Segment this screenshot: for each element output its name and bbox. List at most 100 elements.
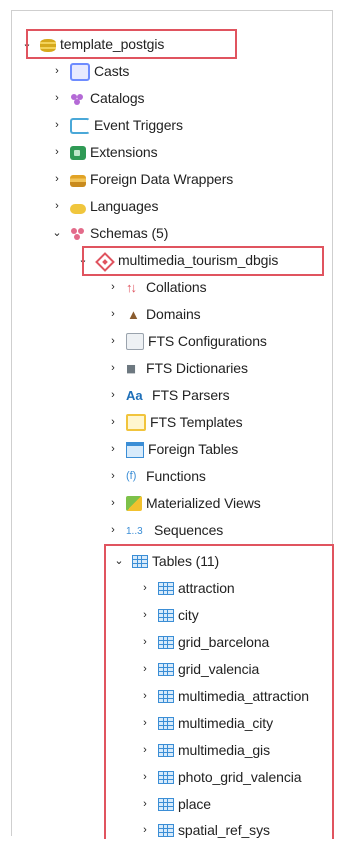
tree-node-fts-parsers[interactable]: › FTS Parsers (106, 382, 229, 409)
chevron-right-icon[interactable]: › (50, 139, 64, 166)
tree-node-sequences[interactable]: › Sequences (106, 517, 224, 545)
table-icon (158, 636, 174, 649)
chevron-right-icon[interactable]: › (50, 193, 64, 220)
tree-node-tables[interactable]: ⌄ Tables (11) (112, 548, 219, 575)
chevron-right-icon[interactable]: › (106, 490, 120, 517)
table-item[interactable]: › photo_grid_valencia (138, 764, 301, 791)
schemas-icon (70, 226, 86, 242)
chevron-right-icon[interactable]: › (106, 274, 120, 301)
catalogs-icon (70, 91, 86, 107)
node-label: Event Triggers (94, 117, 183, 133)
chevron-right-icon[interactable]: › (50, 112, 64, 139)
chevron-right-icon[interactable]: › (138, 629, 152, 656)
node-label: Collations (146, 279, 207, 295)
tree-node-catalogs[interactable]: › Catalogs (50, 85, 144, 112)
chevron-right-icon[interactable]: › (138, 656, 152, 683)
table-item[interactable]: › place (138, 791, 211, 818)
chevron-right-icon[interactable]: › (138, 764, 152, 791)
table-icon (158, 771, 174, 784)
node-label: FTS Dictionaries (146, 360, 248, 376)
tree-node-functions[interactable]: › Functions (106, 463, 206, 490)
chevron-right-icon[interactable]: › (138, 683, 152, 710)
tree-node-schemas[interactable]: ⌄ Schemas (5) (50, 220, 168, 247)
table-item[interactable]: › grid_barcelona (138, 629, 269, 656)
node-label: Sequences (154, 522, 224, 538)
extensions-icon (70, 145, 86, 160)
node-label: photo_grid_valencia (178, 769, 302, 785)
chevron-right-icon[interactable]: › (138, 737, 152, 764)
tree-node-materialized-views[interactable]: › Materialized Views (106, 490, 261, 517)
chevron-right-icon[interactable]: › (138, 791, 152, 818)
highlight-database (26, 29, 237, 59)
node-label: Languages (90, 198, 159, 214)
functions-icon (126, 463, 142, 490)
tree-node-event-triggers[interactable]: › Event Triggers (50, 112, 183, 139)
chevron-down-icon[interactable]: ⌄ (112, 548, 126, 575)
table-icon (158, 717, 174, 730)
casts-icon (70, 62, 90, 81)
node-label: Foreign Tables (148, 441, 239, 457)
chevron-right-icon[interactable]: › (106, 409, 120, 436)
table-icon (158, 663, 174, 676)
tree-node-casts[interactable]: › Casts (50, 58, 129, 85)
tree-node-fts-dictionaries[interactable]: › FTS Dictionaries (106, 355, 248, 383)
chevron-right-icon[interactable]: › (106, 382, 120, 409)
chevron-right-icon[interactable]: › (106, 436, 120, 463)
chevron-right-icon[interactable]: › (106, 301, 120, 328)
node-label: Catalogs (90, 90, 145, 106)
table-icon (158, 824, 174, 837)
chevron-right-icon[interactable]: › (50, 85, 64, 112)
tree-node-fts-templates[interactable]: › FTS Templates (106, 409, 243, 436)
node-label: Domains (146, 306, 201, 322)
materialized-views-icon (126, 496, 142, 511)
node-label: FTS Parsers (152, 387, 230, 403)
tree-node-fts-configurations[interactable]: › FTS Configurations (106, 328, 267, 355)
table-item[interactable]: › multimedia_attraction (138, 683, 309, 710)
node-label: Tables (11) (152, 553, 220, 569)
highlight-schema (82, 246, 324, 276)
chevron-right-icon[interactable]: › (106, 463, 120, 490)
chevron-right-icon[interactable]: › (50, 58, 64, 85)
foreign-data-wrappers-icon (70, 175, 86, 187)
tables-icon (132, 555, 148, 568)
tree-node-foreign-data-wrappers[interactable]: › Foreign Data Wrappers (50, 166, 233, 193)
sequences-icon (126, 518, 150, 545)
node-label: Extensions (90, 144, 158, 160)
collations-icon (126, 274, 142, 301)
table-icon (158, 798, 174, 811)
tree-node-languages[interactable]: › Languages (50, 193, 158, 220)
fts-configurations-icon (126, 333, 144, 350)
tree-node-foreign-tables[interactable]: › Foreign Tables (106, 436, 238, 463)
node-label: FTS Templates (150, 414, 243, 430)
table-item[interactable]: › multimedia_gis (138, 737, 270, 764)
object-browser-tree: ⌄ template_postgis › Casts › Catalogs › … (11, 10, 334, 839)
node-label: spatial_ref_sys (178, 822, 270, 838)
table-icon (158, 744, 174, 757)
table-item[interactable]: › grid_valencia (138, 656, 259, 683)
chevron-right-icon[interactable]: › (138, 710, 152, 737)
chevron-right-icon[interactable]: › (138, 575, 152, 602)
tree-node-collations[interactable]: › Collations (106, 274, 206, 301)
tree-node-extensions[interactable]: › Extensions (50, 139, 157, 166)
table-item[interactable]: › multimedia_city (138, 710, 273, 737)
table-item[interactable]: › spatial_ref_sys (138, 817, 270, 844)
node-label: grid_barcelona (178, 634, 270, 650)
node-label: attraction (178, 580, 235, 596)
node-label: Casts (94, 63, 130, 79)
table-item[interactable]: › city (138, 602, 199, 629)
chevron-right-icon[interactable]: › (138, 817, 152, 844)
chevron-right-icon[interactable]: › (50, 166, 64, 193)
chevron-down-icon[interactable]: ⌄ (50, 220, 64, 247)
chevron-right-icon[interactable]: › (106, 517, 120, 544)
chevron-right-icon[interactable]: › (106, 355, 120, 382)
fts-templates-icon (126, 414, 146, 431)
table-icon (158, 582, 174, 595)
table-item[interactable]: › attraction (138, 575, 235, 602)
chevron-right-icon[interactable]: › (106, 328, 120, 355)
node-label: Foreign Data Wrappers (90, 171, 234, 187)
table-icon (158, 609, 174, 622)
fts-parsers-icon (126, 388, 148, 404)
chevron-right-icon[interactable]: › (138, 602, 152, 629)
tree-node-domains[interactable]: › Domains (106, 301, 201, 328)
node-label: multimedia_city (178, 715, 273, 731)
